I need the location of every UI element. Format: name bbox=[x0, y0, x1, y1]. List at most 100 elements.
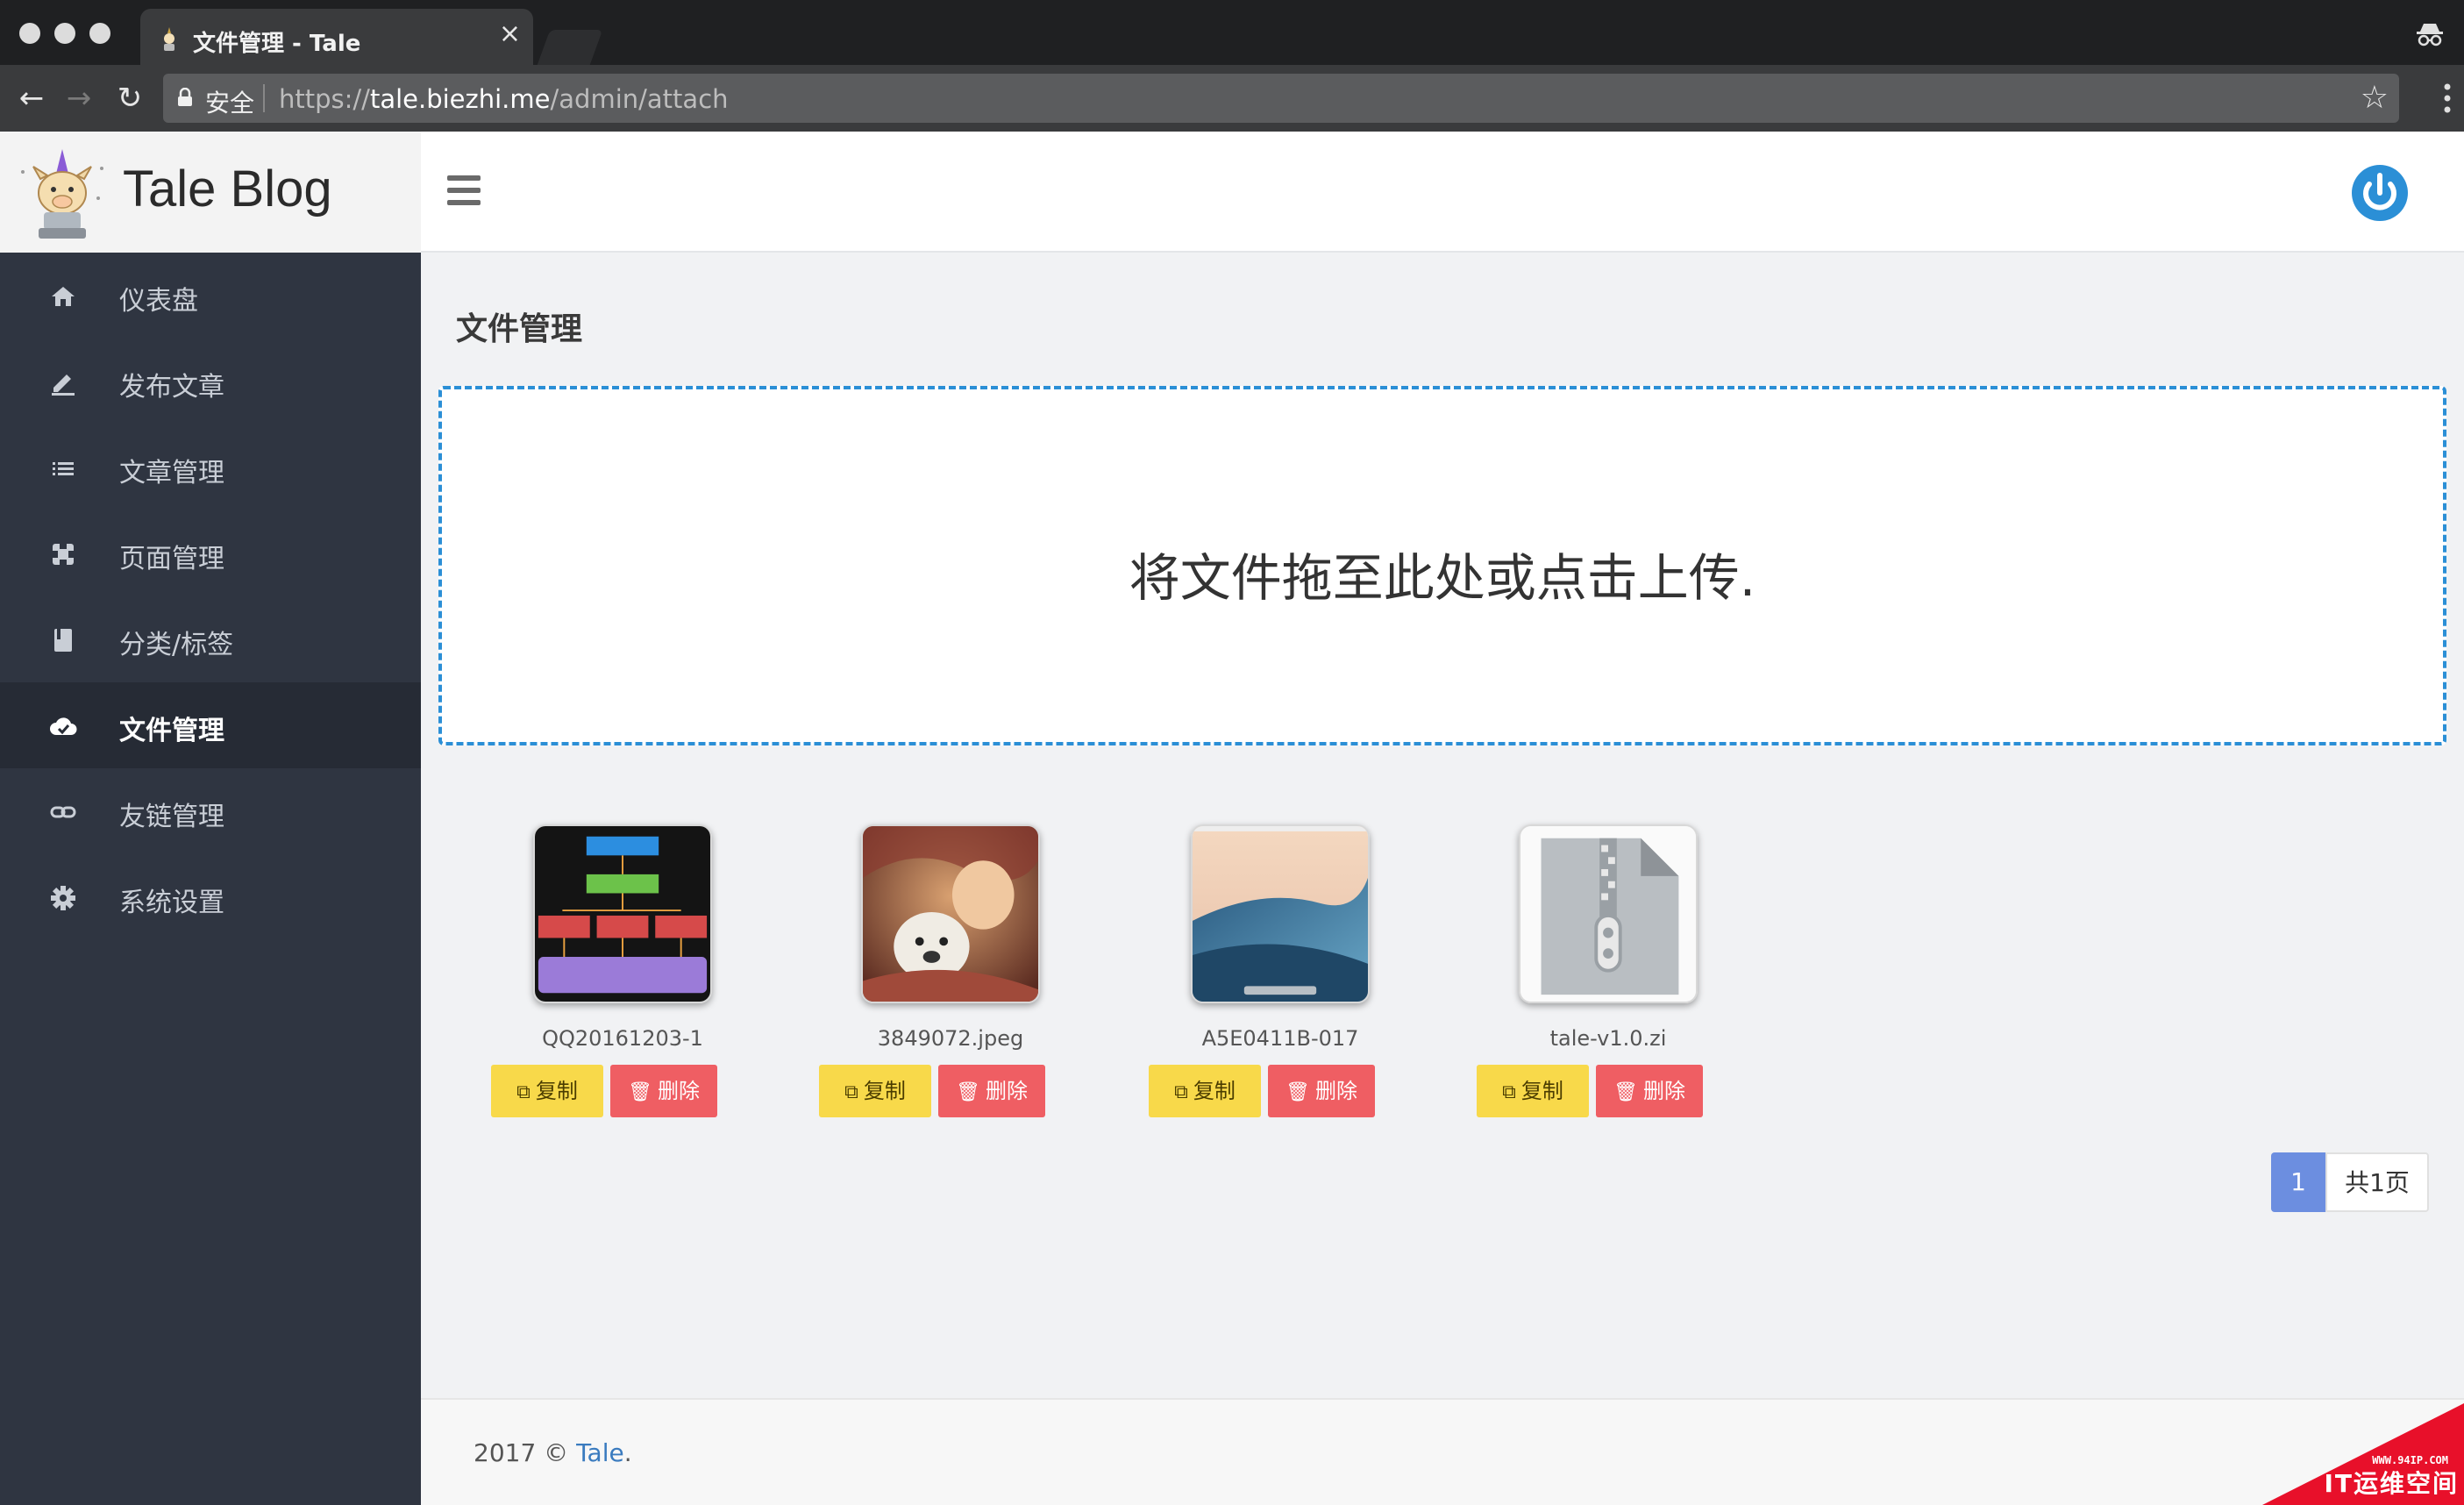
window-zoom-dot[interactable] bbox=[89, 23, 110, 44]
sidebar-item-write-post[interactable]: 发布文章 bbox=[0, 339, 421, 424]
delete-label: 删除 bbox=[657, 1079, 700, 1103]
pages-icon bbox=[53, 544, 74, 565]
file-name: QQ20161203-1 bbox=[542, 1026, 703, 1051]
list-icon bbox=[53, 462, 74, 475]
new-tab-button[interactable] bbox=[537, 30, 603, 65]
footer: 2017 © Tale. bbox=[421, 1398, 2464, 1505]
copy-label: 复制 bbox=[1193, 1079, 1236, 1103]
pagination-current-page[interactable]: 1 bbox=[2271, 1152, 2325, 1212]
sidebar-item-label: 系统设置 bbox=[119, 888, 224, 918]
url-scheme: https:// bbox=[279, 84, 370, 114]
trash-icon: 🗑 bbox=[1613, 1081, 1638, 1103]
browser-tab[interactable]: 文件管理 - Tale × bbox=[140, 9, 533, 65]
delete-label: 删除 bbox=[1314, 1079, 1357, 1103]
sidebar-item-label: 分类/标签 bbox=[119, 630, 234, 660]
copy-button[interactable]: ⧉ 复制 bbox=[819, 1065, 931, 1117]
url-path: /admin/attach bbox=[550, 84, 729, 114]
sidebar-item-files[interactable]: 文件管理 bbox=[0, 682, 421, 768]
forward-arrow-icon[interactable]: → bbox=[61, 81, 96, 116]
window-minimize-dot[interactable] bbox=[54, 23, 75, 44]
delete-button[interactable]: 🗑 删除 bbox=[610, 1065, 717, 1117]
window-close-dot[interactable] bbox=[19, 23, 40, 44]
footer-text: 2017 © Tale. bbox=[474, 1438, 632, 1467]
copy-button[interactable]: ⧉ 复制 bbox=[1149, 1065, 1261, 1117]
browser-toolbar: ← → ↻ 安全 https://tale.biezhi.me/admin/at… bbox=[0, 65, 2464, 132]
top-header bbox=[421, 132, 2464, 253]
trash-icon: 🗑 bbox=[1285, 1081, 1310, 1103]
watermark-text: IT运维空间 bbox=[2324, 1469, 2459, 1498]
browser-menu-icon[interactable] bbox=[2443, 82, 2452, 114]
zip-archive-icon bbox=[1520, 826, 1696, 1002]
lock-icon bbox=[178, 88, 192, 106]
sidebar-item-links[interactable]: 友链管理 bbox=[0, 768, 421, 854]
file-card: tale-v1.0.zi ⧉ 复制 🗑 删除 bbox=[1477, 824, 1705, 1123]
photo-thumb bbox=[863, 826, 1038, 1002]
copy-icon: ⧉ bbox=[844, 1081, 858, 1103]
delete-label: 删除 bbox=[1642, 1079, 1685, 1103]
delete-button[interactable]: 🗑 删除 bbox=[1596, 1065, 1703, 1117]
wave-screenshot-thumb bbox=[1193, 826, 1368, 1002]
architecture-diagram-thumb bbox=[535, 826, 710, 1002]
sidebar-item-label: 文章管理 bbox=[119, 458, 224, 489]
unicorn-logo-icon bbox=[21, 149, 103, 239]
sidebar: 仪表盘 发布文章 文章管理 页面管理 分类/标签 文件管理 友链管理 系统设置 bbox=[0, 253, 421, 1505]
incognito-icon bbox=[2417, 24, 2443, 46]
dropzone-instructions: 将文件拖至此处或点击上传. bbox=[1129, 548, 1756, 608]
secure-label: 安全 bbox=[205, 89, 255, 118]
file-card: QQ20161203-1 ⧉ 复制 🗑 删除 bbox=[491, 824, 719, 1123]
delete-button[interactable]: 🗑 删除 bbox=[938, 1065, 1045, 1117]
sidebar-item-settings[interactable]: 系统设置 bbox=[0, 854, 421, 940]
copy-label: 复制 bbox=[863, 1079, 906, 1103]
link-icon bbox=[50, 806, 76, 818]
file-thumbnail[interactable] bbox=[861, 824, 1040, 1003]
gear-icon bbox=[51, 886, 75, 910]
footer-period: . bbox=[623, 1438, 632, 1467]
reload-icon[interactable]: ↻ bbox=[112, 81, 147, 116]
tab-close-icon[interactable]: × bbox=[499, 21, 521, 47]
omnibox-separator bbox=[263, 84, 265, 112]
file-card: 3849072.jpeg ⧉ 复制 🗑 删除 bbox=[819, 824, 1047, 1123]
file-name: tale-v1.0.zi bbox=[1549, 1026, 1667, 1051]
sidebar-item-dashboard[interactable]: 仪表盘 bbox=[0, 253, 421, 339]
sidebar-item-label: 文件管理 bbox=[119, 716, 224, 746]
sidebar-item-label: 页面管理 bbox=[119, 544, 224, 574]
brand-name: Tale Blog bbox=[123, 160, 332, 218]
brand-header[interactable]: Tale Blog bbox=[0, 132, 421, 253]
page-title: 文件管理 bbox=[456, 311, 583, 347]
address-bar[interactable]: 安全 https://tale.biezhi.me/admin/attach ☆ bbox=[163, 74, 2399, 123]
file-thumbnail[interactable] bbox=[1191, 824, 1370, 1003]
back-arrow-icon[interactable]: ← bbox=[14, 81, 49, 116]
tale-favicon-icon bbox=[164, 27, 174, 51]
cloud-upload-icon bbox=[50, 717, 77, 735]
bookmark-star-icon[interactable]: ☆ bbox=[2361, 81, 2389, 116]
copy-label: 复制 bbox=[535, 1079, 578, 1103]
footer-tale-link[interactable]: Tale bbox=[576, 1438, 624, 1467]
logout-power-icon[interactable] bbox=[2350, 163, 2410, 223]
trash-icon: 🗑 bbox=[628, 1081, 652, 1103]
file-card: A5E0411B-017 ⧉ 复制 🗑 删除 bbox=[1149, 824, 1377, 1123]
site-watermark: WWW.94IP.COM IT运维空间 bbox=[2262, 1403, 2464, 1505]
book-icon bbox=[54, 629, 72, 652]
sidebar-item-categories-tags[interactable]: 分类/标签 bbox=[0, 596, 421, 682]
delete-button[interactable]: 🗑 删除 bbox=[1268, 1065, 1375, 1117]
sidebar-item-label: 发布文章 bbox=[119, 372, 224, 403]
url-text: https://tale.biezhi.me/admin/attach bbox=[279, 84, 729, 114]
sidebar-item-posts[interactable]: 文章管理 bbox=[0, 424, 421, 510]
file-name: 3849072.jpeg bbox=[877, 1026, 1024, 1051]
copy-button[interactable]: ⧉ 复制 bbox=[491, 1065, 603, 1117]
file-upload-dropzone[interactable]: 将文件拖至此处或点击上传. bbox=[438, 386, 2446, 745]
copy-button[interactable]: ⧉ 复制 bbox=[1477, 1065, 1589, 1117]
file-thumbnail[interactable] bbox=[1519, 824, 1698, 1003]
copy-icon: ⧉ bbox=[516, 1081, 531, 1103]
hamburger-menu-icon[interactable] bbox=[447, 175, 481, 205]
copy-icon: ⧉ bbox=[1502, 1081, 1516, 1103]
footer-year: 2017 © bbox=[474, 1438, 577, 1467]
sidebar-item-label: 友链管理 bbox=[119, 802, 224, 832]
sidebar-item-pages[interactable]: 页面管理 bbox=[0, 510, 421, 596]
sidebar-item-label: 仪表盘 bbox=[119, 286, 198, 317]
file-thumbnail[interactable] bbox=[533, 824, 712, 1003]
browser-tab-strip: 文件管理 - Tale × bbox=[0, 0, 2464, 65]
copy-icon: ⧉ bbox=[1174, 1081, 1188, 1103]
trash-icon: 🗑 bbox=[956, 1081, 980, 1103]
pencil-icon bbox=[52, 374, 75, 396]
